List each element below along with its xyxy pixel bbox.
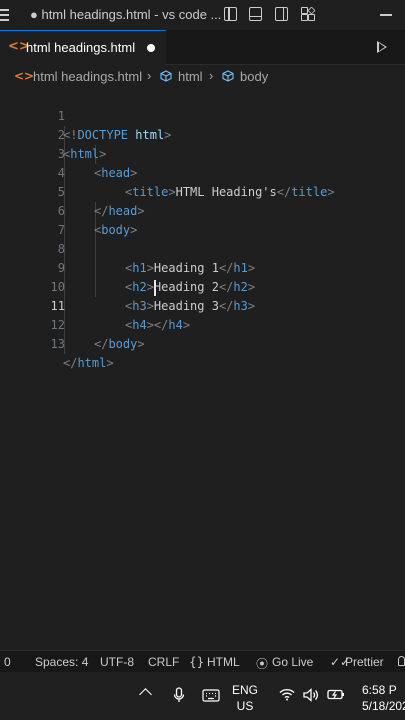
toggle-primary-sidebar-icon[interactable]	[224, 7, 237, 21]
minimize-button[interactable]	[380, 14, 392, 16]
eol-status[interactable]: CRLF	[148, 655, 179, 669]
code-line: 8 <h1>Heading 1</h1>	[0, 221, 405, 275]
html-file-icon: <>	[14, 69, 35, 83]
breadcrumb-file[interactable]: html headings.html	[33, 69, 142, 84]
menu-icon[interactable]	[0, 6, 10, 22]
speaker-icon[interactable]	[303, 688, 319, 702]
code-line: 2 <html>	[0, 107, 405, 161]
code-editor[interactable]: 1 <!DOCTYPE html> 2 <html> 3 <head> 4 <t…	[0, 88, 405, 648]
code-line: 7	[0, 202, 405, 237]
tab-bar: <> html headings.html	[0, 30, 405, 65]
code-line: 3 <head>	[0, 126, 405, 180]
toggle-panel-icon[interactable]	[249, 7, 262, 21]
tab-html-headings[interactable]: <> html headings.html	[0, 30, 166, 65]
code-line: 6 <body>	[0, 183, 405, 237]
text-cursor	[154, 280, 156, 296]
cursor-position[interactable]: 0	[4, 655, 11, 669]
symbol-cube-icon	[160, 70, 172, 82]
os-taskbar: ENG US 6:58 P 5/18/202	[0, 672, 405, 720]
prettier-status[interactable]: Prettier	[345, 655, 384, 669]
title-bar: ● html headings.html - vs code ...	[0, 0, 405, 30]
language-code: ENG	[232, 683, 259, 697]
symbol-cube-icon	[222, 70, 234, 82]
language-indicator[interactable]: ENG US	[232, 682, 258, 714]
status-bar: 0 Spaces: 4 UTF-8 CRLF {} HTML ⦿ Go Live…	[0, 650, 405, 673]
system-clock[interactable]: 6:58 P 5/18/202	[362, 682, 405, 714]
code-line: 4 <title>HTML Heading's</title>	[0, 145, 405, 199]
chevron-up-icon[interactable]	[139, 688, 152, 701]
braces-icon: {}	[189, 655, 205, 669]
chevron-right-icon: ›	[209, 68, 214, 83]
window-title: ● html headings.html - vs code ...	[30, 7, 222, 22]
code-line: 10 <h3>Heading 3</h3>	[0, 259, 405, 313]
clock-time: 6:58 P	[362, 683, 397, 697]
toggle-secondary-sidebar-icon[interactable]	[275, 7, 288, 21]
encoding-status[interactable]: UTF-8	[100, 655, 134, 669]
line-number: 13	[50, 337, 65, 351]
wifi-icon[interactable]	[279, 688, 295, 701]
battery-icon[interactable]	[327, 688, 345, 701]
tab-label: html headings.html	[26, 40, 136, 55]
broadcast-icon: ⦿	[256, 657, 269, 671]
region-code: US	[236, 699, 254, 713]
code-line: 5 </head>	[0, 164, 405, 218]
clock-date: 5/18/202	[362, 699, 405, 713]
run-icon[interactable]	[377, 41, 387, 53]
language-mode[interactable]: HTML	[207, 655, 240, 669]
breadcrumb-item-html[interactable]: html	[178, 69, 203, 84]
keyboard-icon[interactable]	[202, 689, 220, 702]
customize-layout-icon[interactable]	[301, 6, 316, 21]
code-line: 12 </body>	[0, 297, 405, 351]
breadcrumb-item-body[interactable]: body	[240, 69, 268, 84]
code-line-active: 11 <h4></h4>	[0, 278, 405, 332]
unsaved-dot-icon[interactable]	[147, 44, 155, 52]
bell-icon[interactable]	[398, 656, 405, 666]
chevron-right-icon: ›	[147, 68, 152, 83]
microphone-icon[interactable]	[173, 687, 185, 704]
breadcrumb: <> html headings.html › html › body	[0, 66, 405, 88]
indentation-status[interactable]: Spaces: 4	[35, 655, 88, 669]
code-line: 1 <!DOCTYPE html>	[0, 88, 405, 142]
go-live-button[interactable]: Go Live	[272, 655, 313, 669]
code-line: 13 </html>	[0, 316, 405, 370]
code-line: 9 <h2>Heading 2</h2>	[0, 240, 405, 294]
